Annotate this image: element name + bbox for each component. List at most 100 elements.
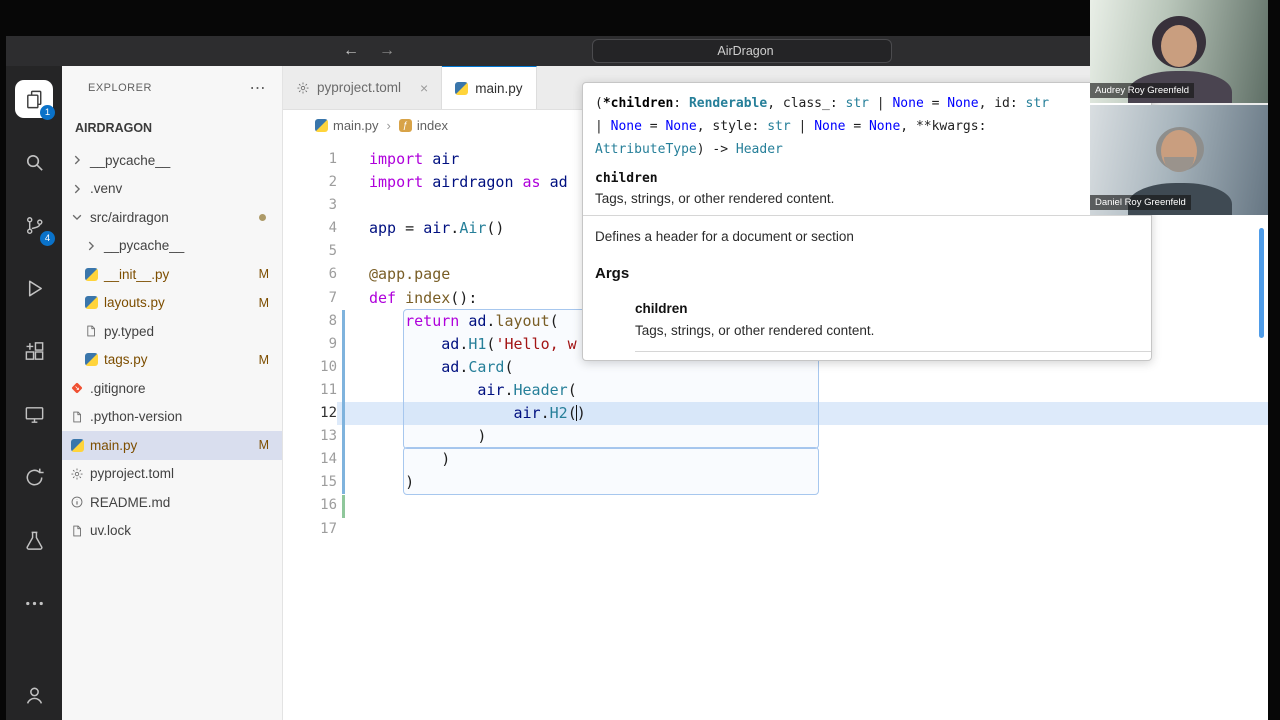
tree-item-layouts.py[interactable]: layouts.py M (62, 289, 282, 318)
tab-label: main.py (475, 80, 523, 96)
code-line-13[interactable]: ) (283, 425, 1268, 448)
forward-button[interactable]: → (379, 42, 395, 60)
code-line-17[interactable] (283, 518, 1268, 541)
signature-help-popup: (*children: Renderable, class_: str | No… (582, 82, 1152, 361)
activity-badge: 1 (40, 105, 55, 120)
tree-item-slot (68, 495, 86, 509)
active-parameter-description: Tags, strings, or other rendered content… (595, 191, 835, 206)
divider (635, 351, 1151, 352)
video-call-overlay: Audrey Roy Greenfeld Daniel Roy Greenfel… (1090, 0, 1268, 215)
tree-item-pyproject.toml[interactable]: pyproject.toml (62, 460, 282, 489)
tree-item-slot (68, 210, 86, 224)
tab-main.py[interactable]: main.py (442, 66, 537, 109)
git-status-badge: M (258, 438, 269, 453)
tree-item-README.md[interactable]: README.md (62, 488, 282, 517)
tree-item-label: py.typed (104, 323, 155, 339)
account-icon (23, 684, 46, 707)
breadcrumb-label: index (416, 117, 448, 133)
code-line-12[interactable]: air.H2() (283, 402, 1268, 425)
monitor-icon (23, 403, 46, 426)
tree-item-slot (68, 467, 86, 481)
code-line-16[interactable] (283, 494, 1268, 517)
overview-ruler-marker (1259, 228, 1264, 338)
breadcrumb-separator: › (386, 117, 391, 133)
tree-item-py.typed[interactable]: py.typed (62, 317, 282, 346)
back-button[interactable]: ← (343, 42, 359, 60)
participant-name: Audrey Roy Greenfeld (1090, 83, 1194, 98)
section-header-airdragon[interactable]: AIRDRAGON (62, 110, 282, 146)
tree-item-__init__.py[interactable]: __init__.py M (62, 260, 282, 289)
tree-item-slot (68, 381, 86, 395)
section-label: AIRDRAGON (75, 121, 153, 135)
webcam-tile-1[interactable]: Audrey Roy Greenfeld (1090, 0, 1268, 103)
run-icon (23, 277, 46, 300)
arg-entry: children Tags, strings, or other rendere… (583, 282, 1151, 340)
tree-item-label: .gitignore (90, 380, 146, 396)
beaker-icon (23, 529, 46, 552)
command-center-search[interactable]: AirDragon (592, 39, 892, 63)
explorer-sidebar: EXPLORER ⋯ AIRDRAGON __pycache__ .venv src… (62, 66, 283, 720)
breadcrumb-item-index[interactable]: ƒ index (398, 117, 448, 133)
signature-text: (*children: Renderable, class_: str | No… (595, 96, 1050, 157)
tree-item-slot (68, 410, 86, 424)
activity-item-more-actions[interactable] (15, 584, 53, 622)
activity-item-search[interactable] (15, 143, 53, 181)
git-status-badge: M (258, 295, 269, 310)
chevron-right-icon (84, 239, 98, 253)
tab-label: pyproject.toml (317, 80, 402, 95)
symbol-method-icon: ƒ (398, 118, 412, 132)
tree-item-slot (82, 296, 100, 310)
tab-close-button[interactable]: × (420, 80, 428, 96)
tab-pyproject.toml[interactable]: pyproject.toml × (283, 66, 443, 109)
git-modified-dot (259, 213, 266, 221)
webcam-tile-2[interactable]: Daniel Roy Greenfeld (1090, 105, 1268, 215)
chevron-right-icon (70, 182, 84, 196)
activity-item-source-control[interactable]: 4 (15, 206, 55, 246)
tree-item-slot (68, 182, 86, 196)
activity-item-account[interactable] (15, 676, 53, 714)
activity-item-run-debug[interactable] (15, 269, 53, 307)
tree-item-uv.lock[interactable]: uv.lock (62, 517, 282, 546)
activity-item-extensions[interactable] (15, 332, 53, 370)
tree-item-label: src/airdragon (90, 209, 169, 225)
python-icon (84, 353, 98, 367)
tree-item-.python-version[interactable]: .python-version (62, 403, 282, 432)
sync-icon (23, 466, 46, 489)
tree-item-main.py[interactable]: main.py M (62, 431, 282, 460)
sidebar-more-actions-button[interactable]: ⋯ (250, 78, 267, 98)
activity-item-testing[interactable] (15, 521, 53, 559)
activity-item-explorer[interactable]: 1 (15, 80, 55, 120)
activity-item-remote-explorer[interactable] (15, 395, 53, 433)
tree-item-slot (68, 438, 86, 452)
arg-description: Tags, strings, or other rendered content… (635, 323, 875, 338)
python-icon (455, 81, 469, 95)
tree-item-label: .python-version (90, 409, 183, 425)
code-line-15[interactable]: ) (283, 471, 1268, 494)
sidebar-title: EXPLORER (88, 82, 152, 94)
search-icon (23, 151, 46, 174)
code-line-11[interactable]: air.Header( (283, 379, 1268, 402)
participant-face (1161, 25, 1197, 67)
file-tree: __pycache__ .venv src/airdragon __pycache__… (62, 146, 282, 545)
tree-item-label: __pycache__ (90, 152, 171, 168)
tree-item-__pycache__[interactable]: __pycache__ (62, 232, 282, 261)
code-line-14[interactable]: ) (283, 448, 1268, 471)
tree-item-label: main.py (90, 437, 138, 453)
breadcrumb-item-main.py[interactable]: main.py (315, 118, 379, 133)
tree-item-tags.py[interactable]: tags.py M (62, 346, 282, 375)
tree-item-__pycache__[interactable]: __pycache__ (62, 146, 282, 175)
nav-arrows: ← → (343, 36, 395, 66)
tree-item-label: layouts.py (104, 295, 165, 311)
chevron-right-icon (70, 153, 84, 167)
participant-beard (1164, 157, 1194, 172)
tree-item-label: uv.lock (90, 523, 132, 539)
tree-item-slot (82, 324, 100, 338)
tree-item-.venv[interactable]: .venv (62, 175, 282, 204)
extensions-icon (23, 340, 46, 363)
tree-item-src/airdragon[interactable]: src/airdragon (62, 203, 282, 232)
window-titlebar: ← → AirDragon (6, 36, 1268, 66)
tree-item-.gitignore[interactable]: .gitignore (62, 374, 282, 403)
tree-item-label: pyproject.toml (90, 466, 175, 482)
tree-item-label: __init__.py (104, 266, 170, 282)
activity-item-sync[interactable] (15, 458, 53, 496)
